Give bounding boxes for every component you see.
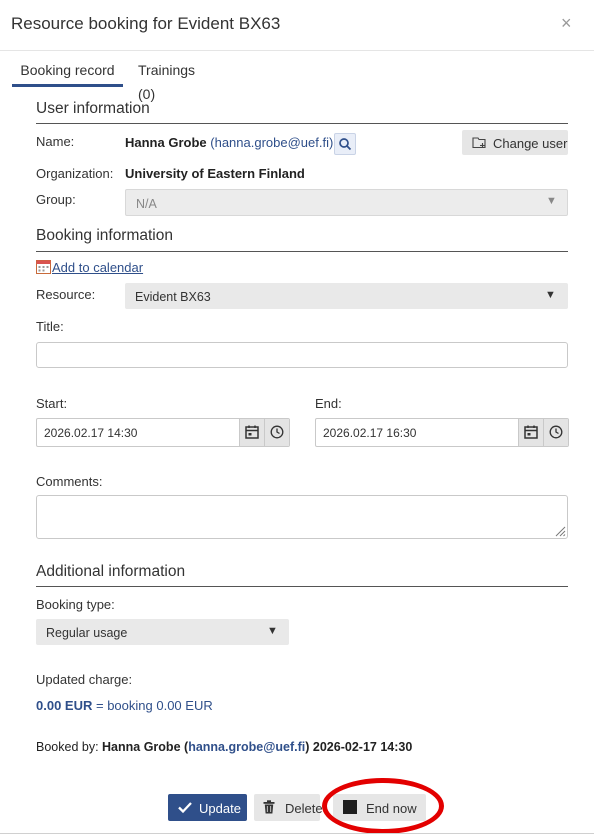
comments-label: Comments: [36,474,103,489]
booked-by-email-link[interactable]: hanna.grobe@uef.fi [188,740,305,754]
start-time-button[interactable] [264,419,289,446]
resize-handle-icon[interactable] [554,525,566,537]
organization-label: Organization: [36,166,114,181]
booking-dialog: Resource booking for Evident BX63 × Book… [0,0,594,836]
end-time-button[interactable] [543,419,568,446]
chevron-down-icon: ▼ [267,625,278,637]
dialog-header: Resource booking for Evident BX63 × [0,0,594,51]
group-label: Group: [36,192,76,207]
dialog-title: Resource booking for Evident BX63 [11,14,281,33]
change-user-button[interactable]: Change user [462,130,568,155]
booking-type-select[interactable]: Regular usage ▼ [36,619,289,645]
search-icon [339,138,352,151]
section-divider [36,123,568,124]
title-input[interactable] [36,342,568,368]
section-divider [36,586,568,587]
organization-value: University of Eastern Finland [125,166,305,181]
search-user-button[interactable] [334,133,356,155]
delete-button[interactable]: Delete [254,794,323,821]
booking-type-label: Booking type: [36,597,115,612]
highlight-annotation-ring [322,778,444,834]
tab-trainings[interactable]: Trainings (0) [138,58,195,102]
section-additional-info-heading: Additional information [36,563,186,580]
resource-label: Resource: [36,287,96,302]
charge-summary: 0.00 EUR = booking 0.00 EUR [36,698,213,713]
user-name: Hanna Grobe (hanna.grobe@uef.fi) [125,135,334,150]
group-select: N/A ▼ [125,189,568,216]
change-user-icon [472,137,486,149]
tab-booking-record[interactable]: Booking record [12,58,123,87]
clock-icon [270,425,284,439]
section-booking-info-heading: Booking information [36,227,173,244]
chevron-down-icon: ▼ [546,195,557,207]
name-label: Name: [36,134,75,149]
calendar-icon [36,260,51,274]
calendar-icon [524,425,538,439]
start-label: Start: [36,396,68,411]
charge-detail: = booking 0.00 EUR [96,698,213,713]
checkmark-icon [178,802,192,814]
comments-textarea[interactable] [36,495,568,539]
update-button[interactable]: Update [168,794,247,821]
booked-by-line: Booked by: Hanna Grobe (hanna.grobe@uef.… [36,740,413,754]
title-label: Title: [36,319,64,334]
close-icon[interactable]: × [561,13,572,34]
user-email-link[interactable]: hanna.grobe@uef.fi [215,135,329,150]
resource-select[interactable]: Evident BX63 ▼ [125,283,568,309]
clock-icon [549,425,563,439]
section-divider [36,251,568,252]
end-datetime-field[interactable]: 2026.02.17 16:30 [315,418,569,447]
section-user-info-heading: User information [36,100,150,117]
start-datetime-field[interactable]: 2026.02.17 14:30 [36,418,290,447]
updated-charge-label: Updated charge: [36,672,133,687]
end-label: End: [315,396,342,411]
charge-amount: 0.00 EUR [36,698,93,713]
end-date-button[interactable] [518,419,543,446]
trash-icon [263,800,275,814]
change-user-label: Change user [493,136,568,151]
dialog-bottom-border [0,833,594,834]
chevron-down-icon: ▼ [545,289,556,301]
calendar-icon [245,425,259,439]
start-date-button[interactable] [239,419,264,446]
